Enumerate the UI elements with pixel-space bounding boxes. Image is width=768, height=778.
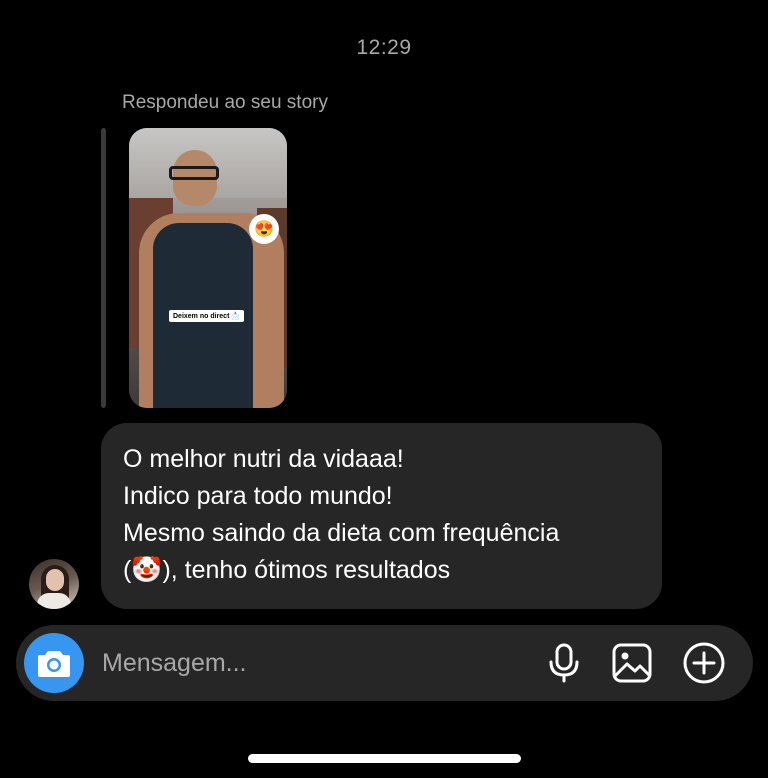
voice-message-button[interactable] — [542, 641, 586, 685]
story-reply-label: Respondeu ao seu story — [122, 92, 328, 113]
message-line: Indico para todo mundo! — [123, 482, 393, 510]
camera-button[interactable] — [24, 633, 84, 693]
message-input[interactable] — [102, 645, 482, 681]
message-timestamp: 12:29 — [356, 36, 412, 59]
message-line: (🤡), tenho ótimos resultados — [123, 556, 451, 584]
dm-thread-screen: 12:29 Respondeu ao seu story 😍 Deixem no… — [0, 0, 768, 778]
message-line: Mesmo saindo da dieta com frequência — [123, 519, 560, 547]
message-bubble[interactable]: O melhor nutri da vidaaa! Indico para to… — [101, 423, 662, 609]
reply-indicator-bar — [101, 128, 106, 408]
avatar-shirt — [37, 593, 71, 609]
plus-circle-icon — [683, 642, 725, 684]
home-indicator[interactable] — [248, 754, 521, 763]
message-composer — [16, 625, 753, 701]
sender-avatar[interactable] — [29, 559, 79, 609]
image-gallery-icon — [612, 643, 652, 683]
avatar-face — [46, 569, 64, 591]
message-line: O melhor nutri da vidaaa! — [123, 445, 404, 473]
story-caption-text: Deixem no direct 📩 — [169, 310, 245, 322]
story-thumbnail[interactable]: 😍 Deixem no direct 📩 — [129, 128, 287, 408]
story-person-glasses — [169, 166, 219, 180]
gallery-button[interactable] — [610, 641, 654, 685]
microphone-icon — [549, 643, 579, 683]
story-emoji-sticker: 😍 — [249, 214, 279, 244]
more-options-button[interactable] — [682, 641, 726, 685]
camera-icon — [38, 651, 70, 677]
